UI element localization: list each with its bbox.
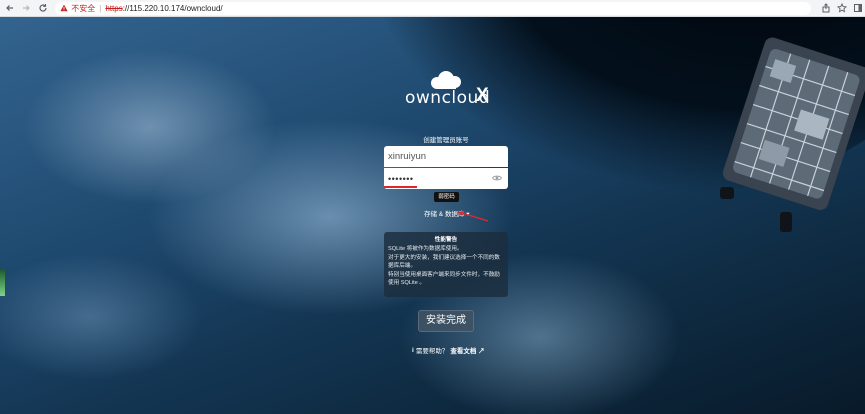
help-line: i 需要帮助？ 查看文档 ↗: [412, 345, 485, 356]
warning-triangle-icon[interactable]: [60, 4, 68, 12]
url-protocol: https: [105, 3, 123, 13]
forward-arrow-icon[interactable]: [19, 1, 32, 15]
star-icon[interactable]: [835, 1, 849, 15]
warning-title: 性能警告: [434, 237, 458, 243]
side-scroll-indicator: [0, 270, 5, 296]
browser-toolbar: 不安全 | https ://115.220.10.174/owncloud/: [0, 0, 865, 17]
back-arrow-icon[interactable]: [3, 1, 16, 15]
password-strength-tooltip: 弱密码: [434, 192, 459, 202]
annotation-arrow: [457, 211, 489, 222]
warning-line: 特别当使用桌面客户端来同步文件时，不鼓励使用 SQLite 。: [388, 271, 500, 287]
password-strength-bar: [384, 186, 417, 188]
admin-account-label: 创建管理员账号: [423, 137, 469, 144]
share-icon[interactable]: [819, 1, 833, 15]
side-panel-icon[interactable]: [851, 1, 865, 15]
satellite-image: [720, 37, 865, 232]
reload-icon[interactable]: [36, 1, 49, 15]
warning-line: SQLite 将被作为数据库使用。: [388, 246, 463, 253]
view-docs-link[interactable]: 查看文档 ↗: [450, 345, 484, 355]
logo-suffix: X: [476, 85, 489, 106]
url-text: ://115.220.10.174/owncloud/: [122, 3, 223, 13]
omnibox-separator: |: [99, 3, 102, 13]
username-input[interactable]: [384, 146, 508, 167]
show-password-icon[interactable]: [492, 174, 502, 182]
performance-warning: 性能警告 SQLite 将被作为数据库使用。 对于更大的安装，我们建议选择一个不…: [384, 232, 508, 297]
help-prefix: 需要帮助？: [415, 348, 449, 355]
cloud-icon: [431, 71, 461, 89]
address-bar[interactable]: 不安全 | https ://115.220.10.174/owncloud/: [55, 1, 811, 15]
info-icon: i: [412, 346, 414, 354]
warning-line: 对于更大的安装，我们建议选择一个不同的数据库后端。: [388, 254, 500, 270]
owncloud-logo: owncloud X: [405, 70, 495, 110]
finish-setup-button[interactable]: 安装完成: [418, 310, 474, 332]
security-status[interactable]: 不安全: [71, 3, 95, 14]
